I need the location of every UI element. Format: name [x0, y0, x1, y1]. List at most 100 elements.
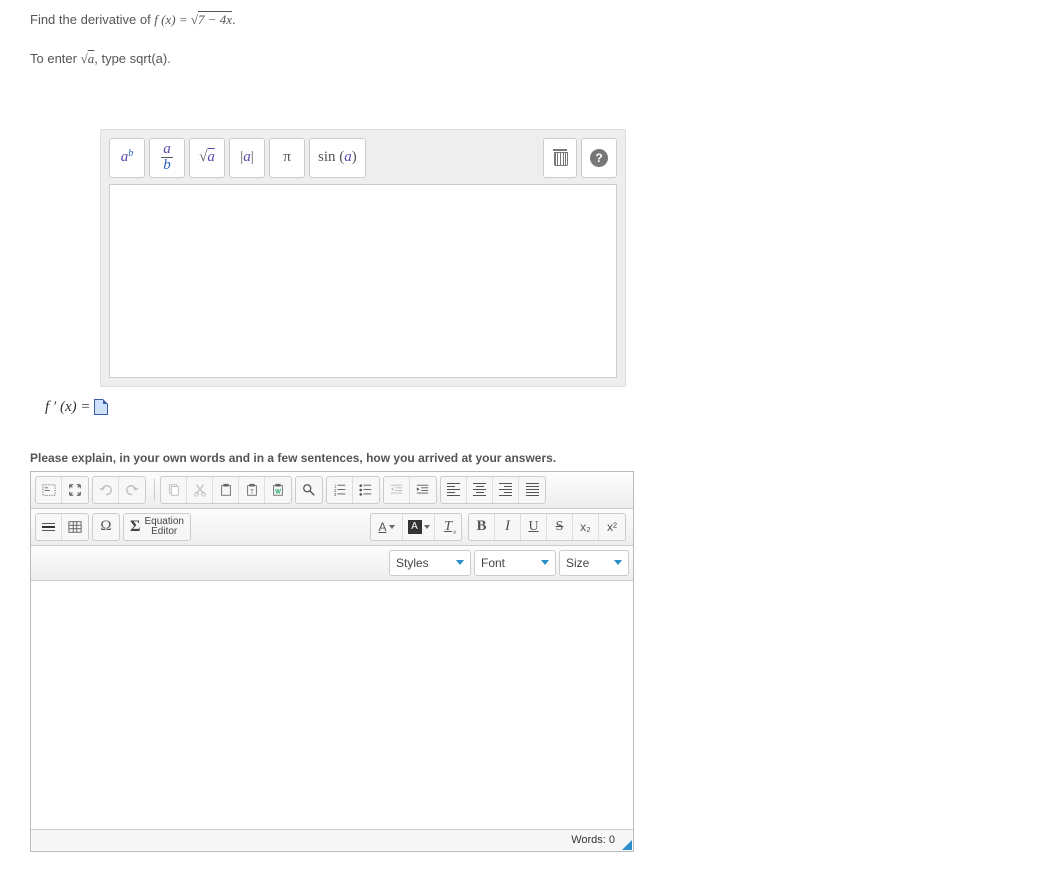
font-select[interactable]: Font: [474, 550, 556, 576]
caret-icon: [424, 525, 430, 529]
text-color-button[interactable]: A: [371, 514, 403, 540]
caret-icon: [389, 525, 395, 529]
subscript-button[interactable]: x₂: [573, 514, 599, 540]
italic-icon: I: [505, 518, 510, 535]
hr-icon: [42, 523, 55, 531]
sigma-icon: Σ: [130, 518, 140, 536]
equation-placeholder-icon[interactable]: [94, 399, 108, 415]
align-center-icon: [473, 483, 486, 496]
paste-word-button[interactable]: W: [265, 477, 291, 503]
svg-text:T: T: [250, 488, 254, 495]
question-text: Find the derivative of f (x) = √7 − 4x. …: [30, 10, 1022, 69]
align-right-icon: [499, 483, 512, 496]
search-icon: [302, 483, 316, 497]
align-right-button[interactable]: [493, 477, 519, 503]
rte-toolbar-row3: Styles Font Size: [31, 546, 633, 581]
abs-button[interactable]: |a|: [229, 138, 265, 178]
omega-icon: Ω: [100, 518, 111, 535]
special-char-button[interactable]: Ω: [93, 514, 119, 540]
source-button[interactable]: [36, 477, 62, 503]
trig-arg: a: [344, 149, 352, 166]
table-button[interactable]: [62, 514, 88, 540]
sqrt-arg: a: [207, 149, 215, 166]
sqrt-button[interactable]: √a: [189, 138, 225, 178]
frac-numerator: a: [161, 142, 173, 158]
clear-format-icon: T: [444, 519, 452, 535]
paste-word-icon: W: [271, 483, 285, 497]
align-left-icon: [447, 483, 460, 496]
strike-icon: S: [556, 519, 564, 535]
italic-button[interactable]: I: [495, 514, 521, 540]
sqrt-radicand: 7 − 4x: [198, 12, 232, 27]
trig-suffix: ): [352, 149, 357, 166]
outdent-button[interactable]: [384, 477, 410, 503]
paste-text-icon: T: [245, 483, 259, 497]
align-left-button[interactable]: [441, 477, 467, 503]
svg-text:W: W: [275, 488, 281, 495]
caret-icon: [456, 560, 464, 565]
svg-text:3: 3: [333, 492, 336, 497]
trig-button[interactable]: sin (a): [309, 138, 366, 178]
frac-denominator: b: [161, 158, 173, 173]
indent-button[interactable]: [410, 477, 436, 503]
paste-text-button[interactable]: T: [239, 477, 265, 503]
question-period: .: [232, 12, 236, 27]
copy-button[interactable]: [161, 477, 187, 503]
paste-icon: [219, 483, 233, 497]
superscript-icon: x²: [607, 520, 617, 534]
equation-input-area[interactable]: [109, 184, 617, 378]
redo-icon: [125, 483, 139, 497]
source-icon: [42, 483, 56, 497]
help-button[interactable]: ?: [581, 138, 617, 178]
resize-handle[interactable]: [622, 840, 632, 850]
bg-color-button[interactable]: A: [403, 514, 435, 540]
pi-symbol: π: [283, 149, 291, 166]
equation-editor-button[interactable]: Σ Equation Editor: [123, 513, 191, 541]
numbered-list-button[interactable]: 123: [327, 477, 353, 503]
hint-sqrt-symbol: √: [81, 51, 88, 66]
question-prefix: Find the derivative of: [30, 12, 154, 27]
cut-icon: [193, 483, 207, 497]
clear-format-button[interactable]: T: [435, 514, 461, 540]
abs-arg: a: [243, 149, 251, 166]
undo-icon: [99, 483, 113, 497]
undo-button[interactable]: [93, 477, 119, 503]
underline-button[interactable]: U: [521, 514, 547, 540]
bullet-list-button[interactable]: [353, 477, 379, 503]
align-justify-button[interactable]: [519, 477, 545, 503]
exponent-button[interactable]: ab: [109, 138, 145, 178]
exp-sup: b: [128, 148, 133, 159]
superscript-button[interactable]: x²: [599, 514, 625, 540]
maximize-button[interactable]: [62, 477, 88, 503]
hint-prefix: To enter: [30, 51, 81, 66]
bullet-list-icon: [359, 483, 373, 497]
font-label: Font: [481, 556, 505, 570]
rte-footer: Words: 0: [31, 829, 633, 851]
styles-select[interactable]: Styles: [389, 550, 471, 576]
size-label: Size: [566, 556, 589, 570]
align-justify-icon: [526, 483, 539, 496]
bold-icon: B: [476, 518, 486, 535]
caret-icon: [541, 560, 549, 565]
pi-button[interactable]: π: [269, 138, 305, 178]
maximize-icon: [68, 483, 82, 497]
rte-content-area[interactable]: [31, 581, 633, 829]
align-center-button[interactable]: [467, 477, 493, 503]
redo-button[interactable]: [119, 477, 145, 503]
bold-button[interactable]: B: [469, 514, 495, 540]
cut-button[interactable]: [187, 477, 213, 503]
help-icon: ?: [590, 149, 608, 167]
paste-button[interactable]: [213, 477, 239, 503]
trig-prefix: sin (: [318, 149, 344, 166]
hr-button[interactable]: [36, 514, 62, 540]
numbered-list-icon: 123: [333, 483, 347, 497]
fraction-button[interactable]: a b: [149, 138, 185, 178]
size-select[interactable]: Size: [559, 550, 629, 576]
find-button[interactable]: [296, 477, 322, 503]
text-color-icon: A: [378, 521, 386, 533]
equation-toolbar: ab a b √a |a| π sin (a) ?: [109, 138, 617, 178]
trash-button[interactable]: [543, 138, 577, 178]
strike-button[interactable]: S: [547, 514, 573, 540]
exp-base: a: [121, 149, 129, 166]
indent-icon: [416, 483, 430, 497]
